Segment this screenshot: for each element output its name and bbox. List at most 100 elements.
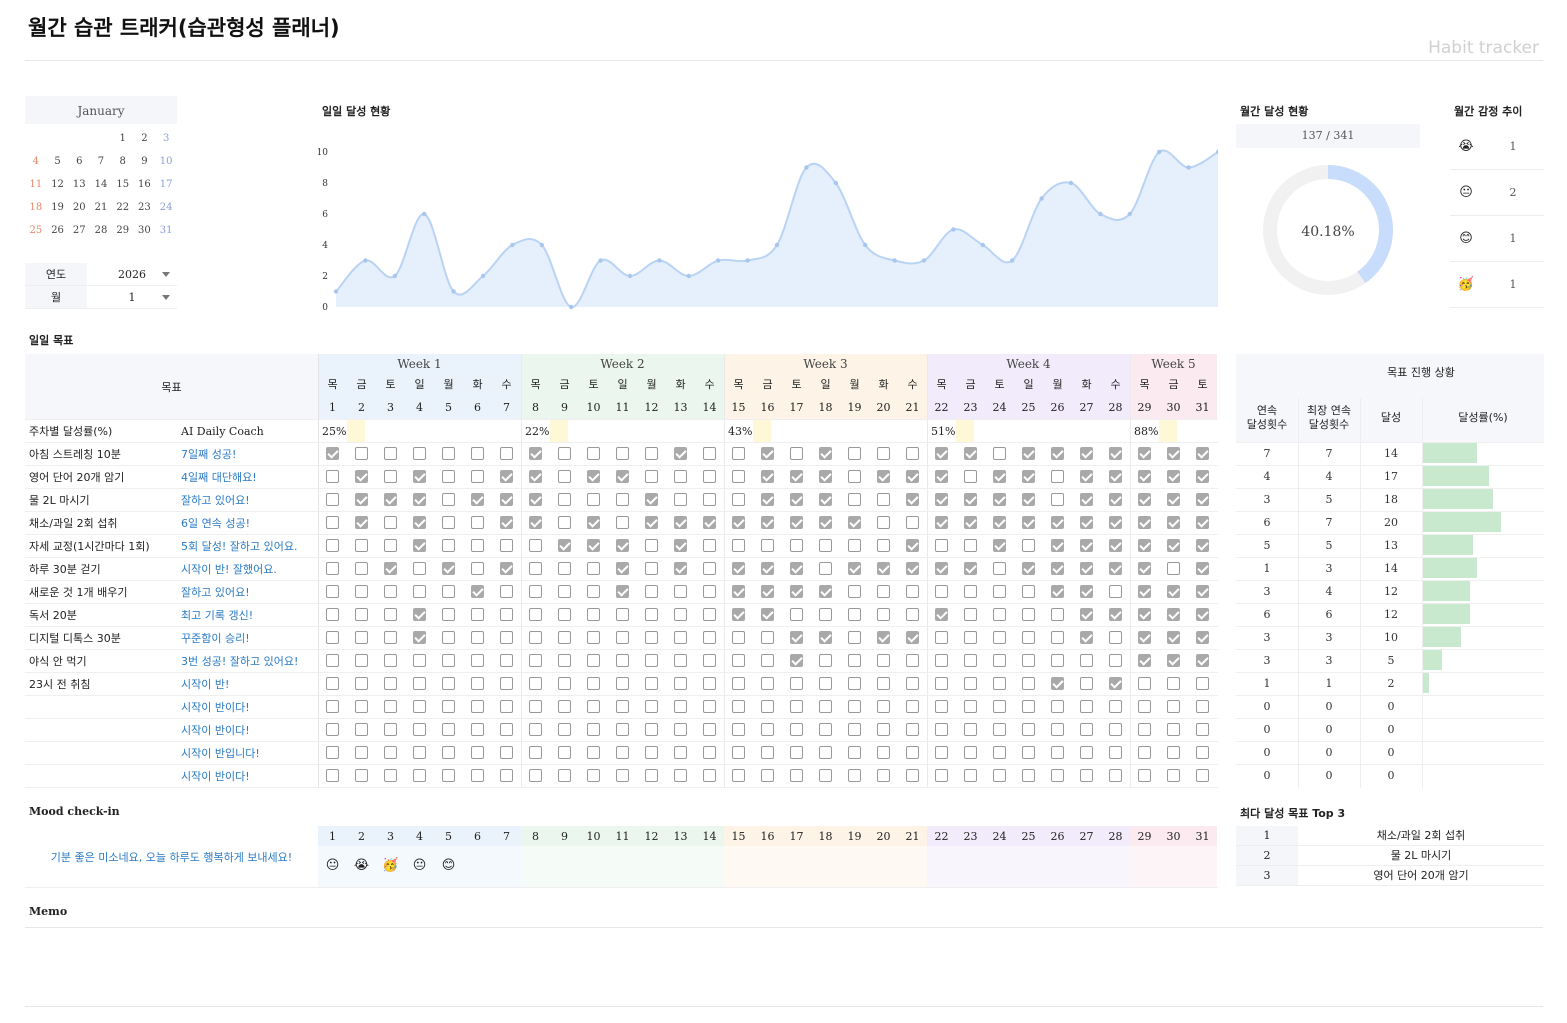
habit-checkbox[interactable] <box>471 493 484 506</box>
goal-name[interactable] <box>25 764 175 787</box>
habit-checkbox[interactable] <box>703 608 716 621</box>
habit-checkbox[interactable] <box>326 447 339 460</box>
habit-checkbox[interactable] <box>848 562 861 575</box>
habit-checkbox[interactable] <box>616 723 629 736</box>
habit-checkbox[interactable] <box>1138 631 1151 644</box>
habit-checkbox[interactable] <box>471 654 484 667</box>
habit-checkbox[interactable] <box>848 700 861 713</box>
habit-checkbox[interactable] <box>1167 562 1180 575</box>
habit-checkbox[interactable] <box>616 700 629 713</box>
habit-checkbox[interactable] <box>1051 723 1064 736</box>
habit-checkbox[interactable] <box>819 562 832 575</box>
habit-checkbox[interactable] <box>674 539 687 552</box>
habit-checkbox[interactable] <box>877 654 890 667</box>
habit-checkbox[interactable] <box>761 677 774 690</box>
habit-checkbox[interactable] <box>674 769 687 782</box>
habit-checkbox[interactable] <box>1138 654 1151 667</box>
habit-checkbox[interactable] <box>384 516 397 529</box>
habit-checkbox[interactable] <box>877 562 890 575</box>
habit-checkbox[interactable] <box>935 631 948 644</box>
habit-checkbox[interactable] <box>500 677 513 690</box>
habit-checkbox[interactable] <box>471 447 484 460</box>
habit-checkbox[interactable] <box>877 631 890 644</box>
habit-checkbox[interactable] <box>790 539 803 552</box>
habit-checkbox[interactable] <box>790 700 803 713</box>
habit-checkbox[interactable] <box>1080 493 1093 506</box>
habit-checkbox[interactable] <box>848 447 861 460</box>
habit-checkbox[interactable] <box>500 493 513 506</box>
habit-checkbox[interactable] <box>645 470 658 483</box>
habit-checkbox[interactable] <box>1196 608 1209 621</box>
habit-checkbox[interactable] <box>442 585 455 598</box>
mood-emoji[interactable] <box>985 850 1014 880</box>
habit-checkbox[interactable] <box>1167 516 1180 529</box>
calendar-day[interactable]: 2 <box>134 127 156 150</box>
habit-checkbox[interactable] <box>1022 746 1035 759</box>
habit-checkbox[interactable] <box>442 769 455 782</box>
mood-emoji[interactable] <box>782 850 811 880</box>
habit-checkbox[interactable] <box>442 608 455 621</box>
habit-checkbox[interactable] <box>529 746 542 759</box>
habit-checkbox[interactable] <box>1138 447 1151 460</box>
habit-checkbox[interactable] <box>703 723 716 736</box>
mood-emoji[interactable] <box>1130 850 1159 880</box>
habit-checkbox[interactable] <box>819 493 832 506</box>
goal-name[interactable]: 23시 전 취침 <box>25 672 175 695</box>
habit-checkbox[interactable] <box>1138 516 1151 529</box>
habit-checkbox[interactable] <box>993 493 1006 506</box>
habit-checkbox[interactable] <box>819 677 832 690</box>
habit-checkbox[interactable] <box>558 654 571 667</box>
habit-checkbox[interactable] <box>442 723 455 736</box>
habit-checkbox[interactable] <box>877 608 890 621</box>
habit-checkbox[interactable] <box>355 654 368 667</box>
habit-checkbox[interactable] <box>1022 562 1035 575</box>
habit-checkbox[interactable] <box>500 539 513 552</box>
habit-checkbox[interactable] <box>1167 608 1180 621</box>
habit-checkbox[interactable] <box>993 700 1006 713</box>
habit-checkbox[interactable] <box>993 723 1006 736</box>
habit-checkbox[interactable] <box>1080 746 1093 759</box>
mood-emoji[interactable] <box>666 850 695 880</box>
habit-checkbox[interactable] <box>326 654 339 667</box>
habit-checkbox[interactable] <box>790 562 803 575</box>
habit-checkbox[interactable] <box>877 677 890 690</box>
habit-checkbox[interactable] <box>558 769 571 782</box>
habit-checkbox[interactable] <box>529 769 542 782</box>
habit-checkbox[interactable] <box>703 539 716 552</box>
calendar-day[interactable]: 9 <box>134 150 156 173</box>
habit-checkbox[interactable] <box>1138 562 1151 575</box>
habit-checkbox[interactable] <box>1109 516 1122 529</box>
habit-checkbox[interactable] <box>906 631 919 644</box>
habit-checkbox[interactable] <box>645 608 658 621</box>
habit-checkbox[interactable] <box>935 539 948 552</box>
habit-checkbox[interactable] <box>500 700 513 713</box>
habit-checkbox[interactable] <box>848 631 861 644</box>
habit-checkbox[interactable] <box>790 723 803 736</box>
habit-checkbox[interactable] <box>587 539 600 552</box>
habit-checkbox[interactable] <box>819 608 832 621</box>
habit-checkbox[interactable] <box>703 493 716 506</box>
habit-checkbox[interactable] <box>326 723 339 736</box>
habit-checkbox[interactable] <box>442 654 455 667</box>
habit-checkbox[interactable] <box>848 585 861 598</box>
habit-checkbox[interactable] <box>1138 723 1151 736</box>
habit-checkbox[interactable] <box>1022 631 1035 644</box>
habit-checkbox[interactable] <box>732 631 745 644</box>
mood-emoji[interactable] <box>1188 850 1217 880</box>
habit-checkbox[interactable] <box>761 723 774 736</box>
mood-emoji[interactable] <box>637 850 666 880</box>
habit-checkbox[interactable] <box>906 723 919 736</box>
mood-emoji[interactable] <box>1101 850 1130 880</box>
habit-checkbox[interactable] <box>761 539 774 552</box>
habit-checkbox[interactable] <box>645 723 658 736</box>
habit-checkbox[interactable] <box>529 654 542 667</box>
habit-checkbox[interactable] <box>1051 654 1064 667</box>
mood-emoji[interactable] <box>1159 850 1188 880</box>
habit-checkbox[interactable] <box>848 723 861 736</box>
habit-checkbox[interactable] <box>384 769 397 782</box>
habit-checkbox[interactable] <box>587 677 600 690</box>
habit-checkbox[interactable] <box>761 516 774 529</box>
habit-checkbox[interactable] <box>819 654 832 667</box>
habit-checkbox[interactable] <box>413 493 426 506</box>
habit-checkbox[interactable] <box>935 493 948 506</box>
